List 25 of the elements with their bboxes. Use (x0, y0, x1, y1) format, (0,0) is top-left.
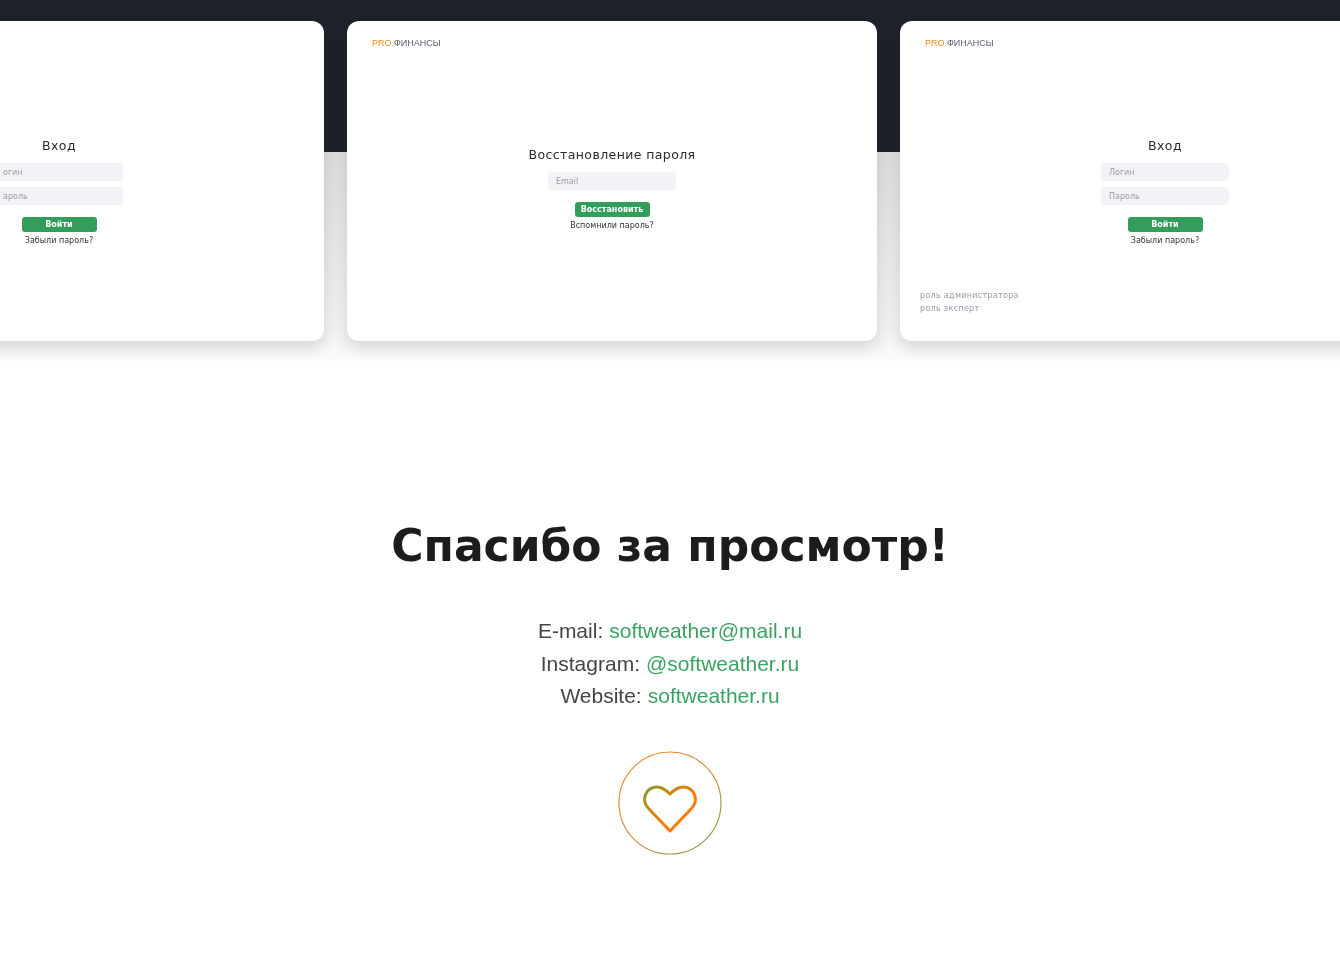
input-field[interactable]: Пароль (1101, 187, 1229, 205)
logo: PRO.ФИНАНСЫ (372, 38, 441, 48)
submit-button[interactable]: Войти (21, 217, 97, 232)
contact-label: Instagram: (540, 650, 640, 677)
input-field[interactable]: Логин (1101, 163, 1229, 181)
contact-link[interactable]: softweather.ru (647, 680, 780, 713)
contact-link[interactable]: @softweather.ru (646, 647, 800, 680)
password-link[interactable]: Забыли пароль? (1130, 236, 1200, 245)
form-title: Восстановление пароля (528, 147, 696, 162)
password-link[interactable]: Забыли пароль? (24, 236, 94, 245)
submit-button[interactable]: Войти (1127, 217, 1203, 232)
contact-label: Website: (560, 683, 642, 709)
submit-button[interactable]: Восстановить (574, 202, 650, 217)
input-field[interactable]: огин (0, 163, 123, 181)
password-link[interactable]: Вспомнили пароль? (570, 221, 654, 230)
form-title: Вход (42, 138, 76, 153)
thanks-heading: Спасибо за просмотр! (391, 520, 949, 571)
role-link[interactable]: роль эксперт (920, 304, 1340, 313)
input-field[interactable]: Email (548, 172, 676, 190)
contact-label: E-mail: (537, 618, 604, 644)
input-field[interactable]: ароль (0, 187, 123, 205)
logo: PRO.ФИНАНСЫ (925, 38, 994, 48)
form-title: Вход (1148, 138, 1182, 153)
role-link[interactable]: роль администратора (920, 291, 1340, 300)
contact-link[interactable]: softweather@mail.ru (609, 615, 803, 648)
